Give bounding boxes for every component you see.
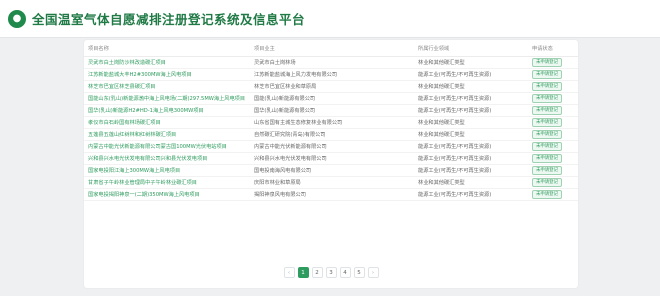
project-name-link[interactable]: 孝仪市白石岭国有林场碳汇项目 [84, 116, 250, 129]
page-button-3[interactable]: 3 [325, 267, 337, 278]
table-row: 五莲县五莲山红树林和红树林碳汇项目 自然碳汇研究院(青岛)有限公司 林业和其他碳汇类… [84, 128, 578, 141]
project-name-link[interactable]: 国华(乳山)新能源H2#HD-1海上风电300MW项目 [84, 104, 250, 117]
project-industry: 林业和其他碳汇类型 [414, 56, 528, 69]
project-name-link[interactable]: 国能山东(乳山)新能源渤中海上风电场(二期)297.5MW海上风电项目 [84, 92, 250, 105]
project-owner: 山东省国有主城生态修复林业有限公司 [250, 116, 414, 129]
project-industry: 林业和其他碳汇类型 [414, 176, 528, 189]
status-badge-cell: 未申请登记 [528, 188, 578, 201]
project-owner: 兴和县兴水电光伏发电有限公司 [250, 152, 414, 165]
status-badge-cell: 未申请登记 [528, 116, 578, 129]
status-badge-cell: 未申请登记 [528, 164, 578, 177]
project-industry: 林业和其他碳汇类型 [414, 128, 528, 141]
project-owner: 灵武市白土岗林场 [250, 56, 414, 69]
status-badge: 未申请登记 [532, 153, 562, 163]
status-badge: 未申请登记 [532, 117, 562, 127]
project-list-card: 项目名称 项目业主 所属行业领域 申请状态 灵武市白土岗防沙林改造碳汇项目 灵武市… [84, 40, 578, 288]
project-name-link[interactable]: 甘肃省子午岭林业管理局中子午岭林业碳汇项目 [84, 176, 250, 189]
project-table: 项目名称 项目业主 所属行业领域 申请状态 灵武市白土岗防沙林改造碳汇项目 灵武市… [84, 42, 578, 201]
status-badge: 未申请登记 [532, 189, 562, 199]
leaf-globe-icon: ● [8, 9, 26, 28]
pagination: ‹ 1 2 3 4 5 › [84, 267, 578, 278]
project-owner: 国华(乳山)新能源有限公司 [250, 104, 414, 117]
table-row: 灵武市白土岗防沙林改造碳汇项目 灵武市白土岗林场 林业和其他碳汇类型 未申请登记 [84, 56, 578, 69]
project-owner: 内蒙古中能光伏新能源有限公司 [250, 140, 414, 153]
status-badge-cell: 未申请登记 [528, 128, 578, 141]
status-badge-cell: 未申请登记 [528, 176, 578, 189]
project-owner: 江苏新能盐城海上风力发电有限公司 [250, 68, 414, 81]
table-row: 内蒙古中能光伏新能源有限公司蒙古国100MW光伏电站项目 内蒙古中能光伏新能源有限… [84, 140, 578, 153]
table-row: 国家电投揭阳神泉一(二期)350MW海上风电项目 揭阳神泉风电有限公司 能源工业(可… [84, 188, 578, 201]
status-badge: 未申请登记 [532, 81, 562, 91]
status-badge: 未申请登记 [532, 177, 562, 187]
project-industry: 能源工业(可再生/不可再生资源) [414, 140, 528, 153]
page-button-2[interactable]: 2 [311, 267, 323, 278]
table-row: 国能山东(乳山)新能源渤中海上风电场(二期)297.5MW海上风电项目 国能(乳山… [84, 92, 578, 105]
project-owner: 林芝市巴宜区林业和草原局 [250, 80, 414, 93]
project-name-link[interactable]: 五莲县五莲山红树林和红树林碳汇项目 [84, 128, 250, 141]
status-badge: 未申请登记 [532, 93, 562, 103]
project-industry: 林业和其他碳汇类型 [414, 116, 528, 129]
site-header: ● 全国温室气体自愿减排注册登记系统及信息平台 [0, 0, 660, 38]
site-title: 全国温室气体自愿减排注册登记系统及信息平台 [32, 12, 306, 27]
chevron-right-icon[interactable]: › [367, 267, 379, 278]
status-badge-cell: 未申请登记 [528, 80, 578, 93]
project-industry: 林业和其他碳汇类型 [414, 80, 528, 93]
status-badge: 未申请登记 [532, 105, 562, 115]
project-owner: 庆阳市林业和草原局 [250, 176, 414, 189]
status-badge: 未申请登记 [532, 57, 562, 67]
status-badge: 未申请登记 [532, 129, 562, 139]
project-industry: 能源工业(可再生/不可再生资源) [414, 152, 528, 165]
project-name-link[interactable]: 兴和县兴水电光伏发电有限公司兴和县光伏发电项目 [84, 152, 250, 165]
project-name-link[interactable]: 江苏新能盐城大丰H2#300MW海上风电项目 [84, 68, 250, 81]
status-badge: 未申请登记 [532, 69, 562, 79]
column-header-status: 申请状态 [528, 42, 578, 57]
project-owner: 国能(乳山)新能源有限公司 [250, 92, 414, 105]
table-header-row: 项目名称 项目业主 所属行业领域 申请状态 [84, 42, 578, 57]
table-row: 国华(乳山)新能源H2#HD-1海上风电300MW项目 国华(乳山)新能源有限公司… [84, 104, 578, 117]
page-button-4[interactable]: 4 [339, 267, 351, 278]
column-header-owner: 项目业主 [250, 42, 414, 57]
project-owner: 揭阳神泉风电有限公司 [250, 188, 414, 201]
project-industry: 能源工业(可再生/不可再生资源) [414, 92, 528, 105]
project-name-link[interactable]: 国家电投阳江海上300MW海上风电项目 [84, 164, 250, 177]
chevron-left-icon[interactable]: ‹ [283, 267, 295, 278]
status-badge-cell: 未申请登记 [528, 56, 578, 69]
project-industry: 能源工业(可再生/不可再生资源) [414, 68, 528, 81]
project-name-link[interactable]: 林芝市巴宜区林芝县碳汇项目 [84, 80, 250, 93]
project-industry: 能源工业(可再生/不可再生资源) [414, 104, 528, 117]
table-row: 兴和县兴水电光伏发电有限公司兴和县光伏发电项目 兴和县兴水电光伏发电有限公司 能源工… [84, 152, 578, 165]
status-badge-cell: 未申请登记 [528, 68, 578, 81]
table-row: 孝仪市白石岭国有林场碳汇项目 山东省国有主城生态修复林业有限公司 林业和其他碳汇类型… [84, 116, 578, 129]
page-button-1[interactable]: 1 [297, 267, 309, 278]
column-header-industry: 所属行业领域 [414, 42, 528, 57]
project-name-link[interactable]: 内蒙古中能光伏新能源有限公司蒙古国100MW光伏电站项目 [84, 140, 250, 153]
project-owner: 自然碳汇研究院(青岛)有限公司 [250, 128, 414, 141]
project-industry: 能源工业(可再生/不可再生资源) [414, 164, 528, 177]
status-badge: 未申请登记 [532, 165, 562, 175]
table-row: 江苏新能盐城大丰H2#300MW海上风电项目 江苏新能盐城海上风力发电有限公司 能源… [84, 68, 578, 81]
project-name-link[interactable]: 国家电投揭阳神泉一(二期)350MW海上风电项目 [84, 188, 250, 201]
table-row: 国家电投阳江海上300MW海上风电项目 国电投南海风电有限公司 能源工业(可再生/不… [84, 164, 578, 177]
table-row: 林芝市巴宜区林芝县碳汇项目 林芝市巴宜区林业和草原局 林业和其他碳汇类型 未申请登记 [84, 80, 578, 93]
project-industry: 能源工业(可再生/不可再生资源) [414, 188, 528, 201]
status-badge-cell: 未申请登记 [528, 140, 578, 153]
page-button-5[interactable]: 5 [353, 267, 365, 278]
status-badge: 未申请登记 [532, 141, 562, 151]
status-badge-cell: 未申请登记 [528, 104, 578, 117]
project-name-link[interactable]: 灵武市白土岗防沙林改造碳汇项目 [84, 56, 250, 69]
status-badge-cell: 未申请登记 [528, 92, 578, 105]
table-row: 甘肃省子午岭林业管理局中子午岭林业碳汇项目 庆阳市林业和草原局 林业和其他碳汇类型未… [84, 176, 578, 189]
status-badge-cell: 未申请登记 [528, 152, 578, 165]
column-header-project-name: 项目名称 [84, 42, 250, 57]
project-owner: 国电投南海风电有限公司 [250, 164, 414, 177]
